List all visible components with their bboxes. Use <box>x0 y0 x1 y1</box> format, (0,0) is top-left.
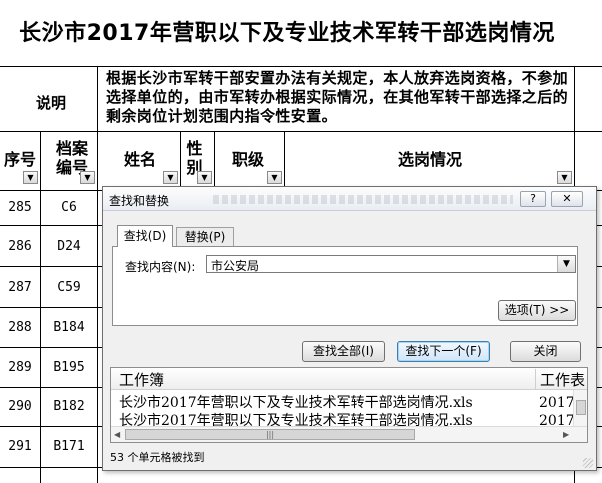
note-text: 根据长沙市军转干部安置办法有关规定，本人放弃选岗资格，不参加选择单位的，由市军转… <box>106 69 569 125</box>
options-button[interactable]: 选项(T) >> <box>498 300 576 321</box>
filter-dropdown-button[interactable]: ▼ <box>23 171 38 184</box>
dialog-title: 查找和替换 <box>109 194 170 208</box>
scroll-left-icon[interactable]: ◀ <box>114 430 120 439</box>
row-file-no: B184 <box>53 320 85 335</box>
find-all-button[interactable]: 查找全部(I) <box>302 341 385 362</box>
row-seq: 291 <box>8 439 32 454</box>
note-label: 说明 <box>35 94 66 112</box>
grid-line <box>0 131 602 132</box>
result-workbook[interactable]: 长沙市2017年营职以下及专业技术军转干部选岗情况.xls <box>119 392 473 412</box>
filter-dropdown-button[interactable]: ▼ <box>163 171 178 184</box>
resize-grip-icon[interactable] <box>583 458 593 468</box>
results-list[interactable]: 工作簿 工作表 长沙市2017年营职以下及专业技术军转干部选岗情况.xls 20… <box>110 367 588 443</box>
row-seq: 289 <box>8 360 32 375</box>
tab-replace[interactable]: 替换(P) <box>176 227 234 246</box>
find-tab-panel: 查找内容(N): 市公安局 ▼ 选项(T) >> <box>112 246 578 326</box>
scroll-right-icon[interactable]: ▶ <box>563 430 569 439</box>
grid-line <box>284 131 285 188</box>
find-replace-dialog: 查找和替换 ? ✕ 查找(D) 替换(P) 查找内容(N): 市公安局 ▼ 选项… <box>102 186 597 471</box>
titlebar-ghost-text <box>213 195 513 204</box>
chevron-down-icon[interactable]: ▼ <box>557 256 575 272</box>
grid-line <box>214 131 215 188</box>
scrollbar-thumb[interactable] <box>576 400 586 415</box>
row-seq: 286 <box>8 239 32 254</box>
find-what-label: 查找内容(N): <box>125 260 196 274</box>
vertical-scrollbar[interactable] <box>573 390 587 426</box>
row-seq: 288 <box>8 320 32 335</box>
sheet-title: 长沙市2017年营职以下及专业技术军转干部选岗情况 <box>19 21 555 46</box>
header-name: 姓名 <box>123 150 156 169</box>
header-seq: 序号 <box>3 150 36 169</box>
column-header-workbook[interactable]: 工作簿 <box>119 369 164 390</box>
row-file-no: B195 <box>53 360 85 375</box>
row-seq: 285 <box>8 200 32 215</box>
filter-dropdown-button[interactable]: ▼ <box>557 171 572 184</box>
grid-line <box>97 66 98 483</box>
close-button[interactable]: 关闭 <box>510 341 581 362</box>
row-file-no: D24 <box>57 239 81 254</box>
filter-dropdown-button[interactable]: ▼ <box>197 171 212 184</box>
find-what-input[interactable]: 市公安局 <box>206 255 576 273</box>
help-button[interactable]: ? <box>520 191 546 207</box>
header-selection: 选岗情况 <box>397 150 462 169</box>
row-file-no: C59 <box>57 280 81 295</box>
grid-line <box>0 66 602 67</box>
filter-dropdown-button[interactable]: ▼ <box>267 171 282 184</box>
header-rank: 职级 <box>231 150 264 169</box>
grid-line <box>180 131 181 188</box>
scrollbar-thumb[interactable]: ||| <box>125 429 415 440</box>
column-header-sheet[interactable]: 工作表 <box>535 369 587 390</box>
grid-line <box>40 131 41 483</box>
row-file-no: B182 <box>53 399 85 414</box>
dialog-close-button[interactable]: ✕ <box>551 191 583 207</box>
results-header: 工作簿 工作表 <box>111 368 587 390</box>
row-seq: 287 <box>8 280 32 295</box>
horizontal-scrollbar[interactable]: ◀ ||| ▶ <box>111 426 587 442</box>
find-next-button[interactable]: 查找下一个(F) <box>397 341 490 362</box>
row-file-no: B171 <box>53 439 85 454</box>
dialog-titlebar[interactable]: 查找和替换 ? ✕ <box>103 187 596 211</box>
row-file-no: C6 <box>61 200 77 215</box>
tab-find[interactable]: 查找(D) <box>117 225 173 247</box>
row-seq: 290 <box>8 399 32 414</box>
status-text: 53 个单元格被找到 <box>110 451 205 464</box>
filter-dropdown-button[interactable]: ▼ <box>80 171 95 184</box>
